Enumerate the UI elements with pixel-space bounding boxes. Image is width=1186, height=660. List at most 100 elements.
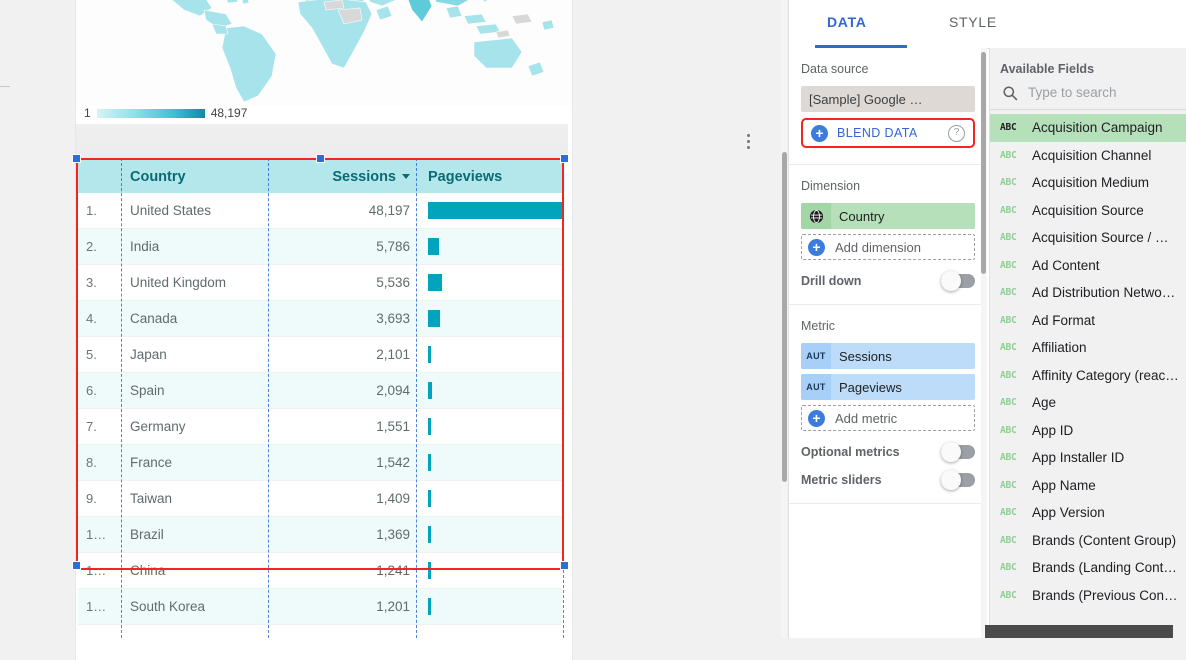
geo-map-chart[interactable] xyxy=(76,0,572,106)
data-table[interactable]: Country Sessions Pageviews 1. United Stat… xyxy=(78,160,564,625)
field-list-item[interactable]: ABC Ad Distribution Netwo… xyxy=(990,279,1186,307)
field-list-item[interactable]: ABC Ad Format xyxy=(990,307,1186,335)
field-name: Ad Content xyxy=(1032,257,1100,273)
row-sessions: 1,409 xyxy=(376,491,410,506)
selection-handle-top-center[interactable] xyxy=(316,154,325,163)
field-name: Brands (Landing Cont… xyxy=(1032,560,1177,576)
tab-style[interactable]: STYLE xyxy=(949,14,997,30)
drill-down-toggle[interactable] xyxy=(941,271,975,291)
metric-chip-sessions[interactable]: AUT Sessions xyxy=(801,343,975,369)
data-source-chip[interactable]: [Sample] Google … xyxy=(801,86,975,112)
text-type-icon: ABC xyxy=(1000,397,1017,409)
table-row[interactable]: 1… Brazil 1,369 xyxy=(78,517,562,553)
field-list-item[interactable]: ABC Acquisition Channel xyxy=(990,142,1186,170)
row-pageviews-bar-cell xyxy=(420,382,562,399)
header-sessions[interactable]: Sessions xyxy=(314,169,420,185)
field-name: Acquisition Campaign xyxy=(1032,120,1163,136)
table-row[interactable]: 5. Japan 2,101 xyxy=(78,337,562,373)
metric-chip-name: Pageviews xyxy=(839,379,902,395)
selection-handle-top-left[interactable] xyxy=(72,154,81,163)
row-pageviews-bar-cell xyxy=(420,274,562,291)
optional-metrics-toggle[interactable] xyxy=(941,442,975,462)
header-pageviews[interactable]: Pageviews xyxy=(420,169,562,185)
row-index: 1. xyxy=(86,203,97,218)
row-country: India xyxy=(130,239,160,254)
field-list-item[interactable]: ABC Acquisition Source xyxy=(990,197,1186,225)
column-guide-4 xyxy=(563,560,564,638)
table-row[interactable]: 2. India 5,786 xyxy=(78,229,562,265)
row-sessions: 1,542 xyxy=(376,455,410,470)
dimension-section: Dimension Country + Add dimension Drill … xyxy=(789,165,987,305)
selection-handle-bottom-right[interactable] xyxy=(560,561,569,570)
field-name: Ad Distribution Netwo… xyxy=(1032,285,1176,301)
row-country: South Korea xyxy=(130,599,206,614)
config-scrollbar-thumb[interactable] xyxy=(981,52,986,274)
field-list-item[interactable]: ABC Age xyxy=(990,389,1186,417)
text-type-icon: ABC xyxy=(1000,369,1017,381)
row-index: 6. xyxy=(86,383,97,398)
add-dimension-button[interactable]: + Add dimension xyxy=(801,234,975,260)
table-row[interactable]: 1… China 1,241 xyxy=(78,553,562,589)
text-type-icon: ABC xyxy=(1000,314,1017,326)
report-canvas[interactable]: 1 48,197 Country Sessions Pageviews 1. Un… xyxy=(0,0,786,660)
metric-sliders-toggle[interactable] xyxy=(941,470,975,490)
add-metric-button[interactable]: + Add metric xyxy=(801,405,975,431)
row-pageviews-bar xyxy=(428,310,440,327)
legend-min-value: 1 xyxy=(84,106,91,120)
table-row[interactable]: 1. United States 48,197 xyxy=(78,193,564,229)
field-search[interactable] xyxy=(990,84,1186,110)
row-index: 1… xyxy=(86,599,107,614)
row-country: Canada xyxy=(130,311,178,326)
table-row[interactable]: 1… South Korea 1,201 xyxy=(78,589,562,625)
table-row[interactable]: 8. France 1,542 xyxy=(78,445,562,481)
field-list-item[interactable]: ABC Acquisition Campaign xyxy=(990,114,1186,142)
field-list-item[interactable]: ABC Acquisition Source / … xyxy=(990,224,1186,252)
row-country: United States xyxy=(130,203,212,218)
field-list-item[interactable]: ABC App ID xyxy=(990,417,1186,445)
fields-horizontal-scrollbar[interactable] xyxy=(985,625,1173,638)
field-list-item[interactable]: ABC Acquisition Medium xyxy=(990,169,1186,197)
search-input[interactable] xyxy=(1026,84,1180,101)
header-country[interactable]: Country xyxy=(122,169,314,185)
metric-sliders-row: Metric sliders xyxy=(801,470,975,490)
table-row[interactable]: 6. Spain 2,094 xyxy=(78,373,562,409)
field-name: Age xyxy=(1032,395,1057,411)
metric-chip-pageviews[interactable]: AUT Pageviews xyxy=(801,374,975,400)
dimension-chip-name: Country xyxy=(839,208,885,224)
more-options-icon[interactable] xyxy=(740,130,756,152)
table-row[interactable]: 3. United Kingdom 5,536 xyxy=(78,265,562,301)
text-type-icon: ABC xyxy=(1000,122,1017,134)
canvas-scrollbar-thumb[interactable] xyxy=(782,152,787,482)
selection-handle-top-right[interactable] xyxy=(560,154,569,163)
field-name: Brands (Previous Con… xyxy=(1032,587,1178,603)
row-pageviews-bar xyxy=(428,562,431,579)
tab-data[interactable]: DATA xyxy=(827,14,867,30)
help-icon[interactable]: ? xyxy=(948,124,965,142)
row-pageviews-bar-cell xyxy=(420,202,564,219)
table-row[interactable]: 7. Germany 1,551 xyxy=(78,409,562,445)
table-row[interactable]: 9. Taiwan 1,409 xyxy=(78,481,562,517)
plus-icon: + xyxy=(808,238,825,256)
table-row[interactable]: 4. Canada 3,693 xyxy=(78,301,562,337)
field-list-item[interactable]: ABC Affinity Category (reac… xyxy=(990,362,1186,390)
field-list-item[interactable]: ABC App Name xyxy=(990,472,1186,500)
panel-tabs: DATA STYLE xyxy=(789,0,1186,49)
row-pageviews-bar-cell xyxy=(420,526,562,543)
header-sessions-label: Sessions xyxy=(332,168,396,185)
selection-handle-bottom-left[interactable] xyxy=(72,561,81,570)
field-list-item[interactable]: ABC Affiliation xyxy=(990,334,1186,362)
field-list-item[interactable]: ABC Ad Content xyxy=(990,252,1186,280)
column-guide-3 xyxy=(416,158,417,638)
field-list-item[interactable]: ABC App Installer ID xyxy=(990,444,1186,472)
optional-metrics-label: Optional metrics xyxy=(801,445,900,459)
row-pageviews-bar xyxy=(428,454,431,471)
field-list-item[interactable]: ABC Brands (Previous Con… xyxy=(990,582,1186,610)
globe-icon xyxy=(801,203,831,229)
field-list-item[interactable]: ABC Brands (Content Group) xyxy=(990,527,1186,555)
field-list-item[interactable]: ABC App Version xyxy=(990,499,1186,527)
blend-data-button[interactable]: + BLEND DATA ? xyxy=(801,118,975,148)
dimension-chip-country[interactable]: Country xyxy=(801,203,975,229)
metric-sliders-label: Metric sliders xyxy=(801,473,882,487)
field-list-item[interactable]: ABC Brands (Landing Cont… xyxy=(990,554,1186,582)
auto-metric-icon: AUT xyxy=(801,374,831,400)
